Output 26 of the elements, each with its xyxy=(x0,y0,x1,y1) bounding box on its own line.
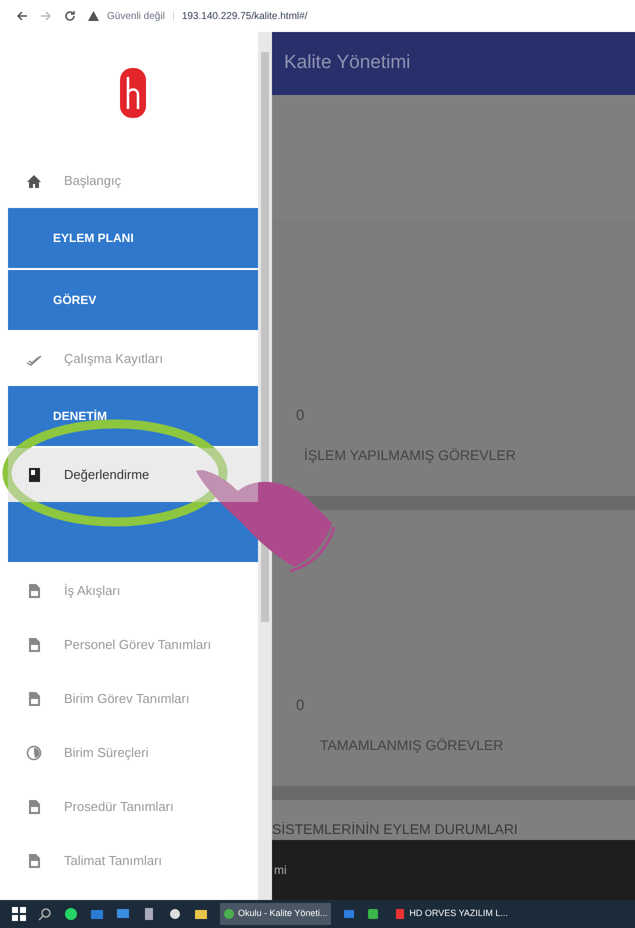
clock-icon xyxy=(26,745,42,761)
pdf-icon xyxy=(395,909,406,919)
reload-icon[interactable] xyxy=(64,10,76,22)
footer-text: mi xyxy=(274,862,287,879)
browser-icon xyxy=(224,909,234,919)
section-title: SİSTEMLERİNİN EYLEM DURUMLARI xyxy=(272,820,518,839)
logo-icon xyxy=(119,67,147,119)
search-icon[interactable] xyxy=(38,907,52,921)
taskbar-window[interactable]: Okulu - Kalite Yöneti... xyxy=(220,903,332,925)
url-text[interactable]: 193.140.229.75/kalite.html#/ xyxy=(182,8,308,24)
page-title: Kalite Yönetimi xyxy=(284,51,410,76)
menu-item[interactable]: Değerlendirme xyxy=(8,448,258,502)
count-text: 0 xyxy=(296,696,306,716)
taskbar-window[interactable]: HD ORVES YAZILIM L... xyxy=(391,903,512,925)
section-item[interactable]: GÖREV xyxy=(8,270,258,330)
folder-icon[interactable] xyxy=(194,907,208,921)
start-icon[interactable] xyxy=(12,907,26,921)
section-item[interactable]: EYLEM PLANI xyxy=(8,208,258,268)
home-icon xyxy=(26,173,42,189)
count-text: 0 xyxy=(296,406,306,426)
card-label: TAMAMLANMIŞ GÖREVLER xyxy=(319,736,504,755)
back-icon[interactable] xyxy=(16,10,28,22)
security-text: Güvenli değil xyxy=(107,10,165,24)
card-label: İŞLEM YAPILMAMIŞ GÖREVLER xyxy=(303,446,517,465)
book-icon xyxy=(26,467,42,483)
warning-icon xyxy=(88,11,99,21)
